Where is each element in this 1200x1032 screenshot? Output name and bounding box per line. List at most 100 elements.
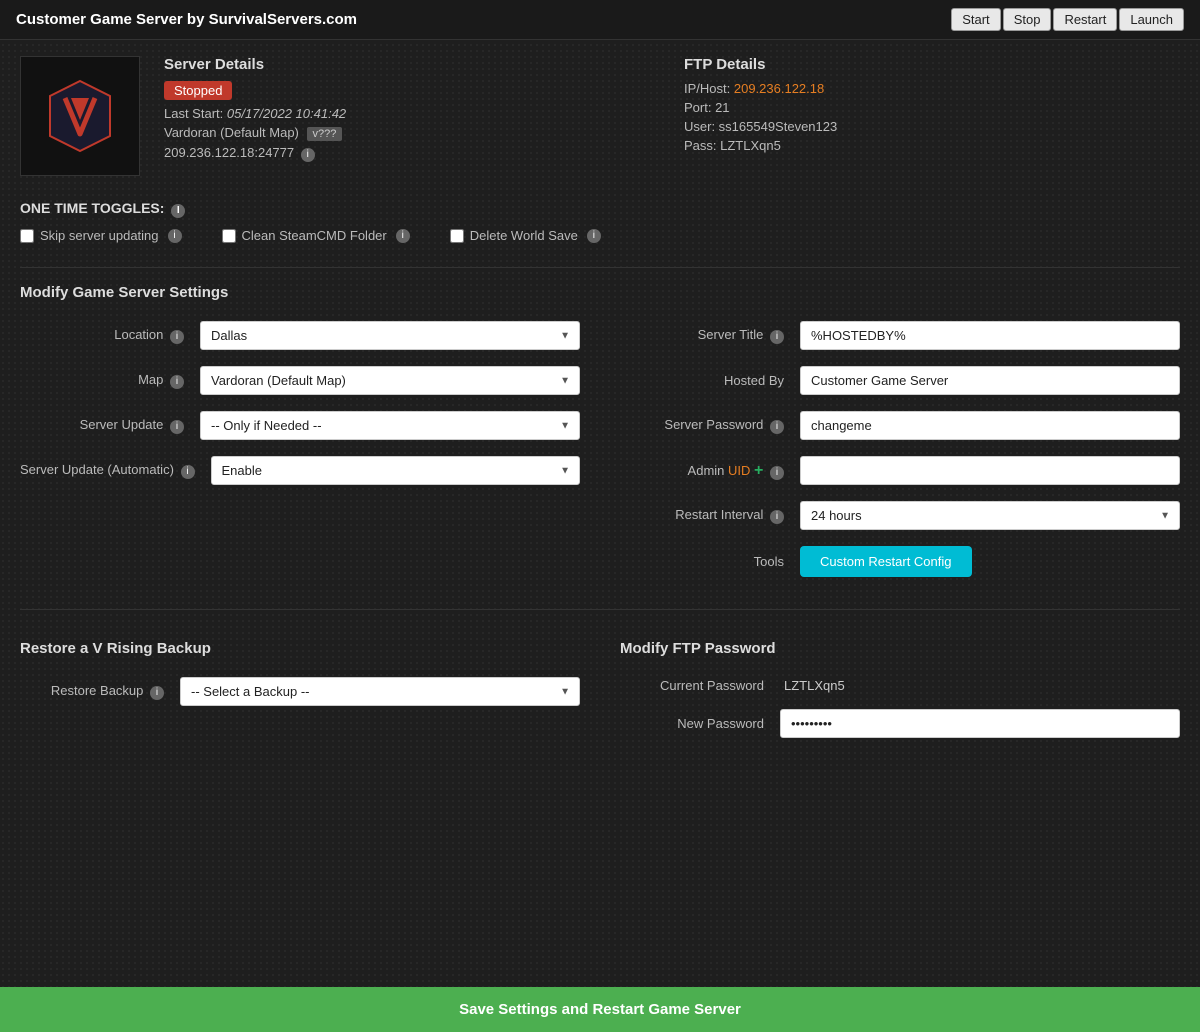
server-password-control	[800, 411, 1180, 440]
save-bar[interactable]: Save Settings and Restart Game Server	[0, 987, 1200, 1032]
tools-label: Tools	[620, 554, 800, 569]
server-title-field-row: Server Title i	[620, 321, 1180, 350]
new-password-label: New Password	[620, 716, 780, 731]
delete-world-checkbox[interactable]	[450, 229, 464, 243]
restart-interval-field-row: Restart Interval i 24 hours 12 hours 6 h…	[620, 501, 1180, 530]
new-password-input[interactable]	[780, 709, 1180, 738]
admin-uid-label: Admin UID + i	[620, 462, 800, 480]
start-button[interactable]: Start	[951, 8, 1000, 31]
restore-backup-select[interactable]: -- Select a Backup --	[180, 677, 580, 706]
admin-uid-add-icon[interactable]: +	[754, 462, 763, 479]
clean-info-icon[interactable]: i	[396, 229, 410, 243]
hosted-by-label: Hosted By	[620, 373, 800, 388]
map-label: Map i	[20, 372, 200, 389]
server-title-control	[800, 321, 1180, 350]
ftp-details: FTP Details IP/Host: 209.236.122.18 Port…	[684, 56, 1180, 176]
current-password-row: Current Password LZTLXqn5	[620, 677, 1180, 693]
restart-interval-control: 24 hours 12 hours 6 hours Never	[800, 501, 1180, 530]
restore-backup-label: Restore Backup i	[20, 683, 180, 700]
server-update-auto-select[interactable]: Enable Disable	[211, 456, 580, 485]
map-select[interactable]: Vardoran (Default Map) Custom Map	[200, 366, 580, 395]
location-select[interactable]: Dallas Chicago Los Angeles New York	[200, 321, 580, 350]
toggle-delete-world[interactable]: Delete World Save i	[450, 228, 601, 243]
ftp-port: Port: 21	[684, 100, 1180, 115]
restore-backup-info-icon[interactable]: i	[150, 686, 164, 700]
tools-control: Custom Restart Config	[800, 546, 1180, 577]
restart-interval-label: Restart Interval i	[620, 507, 800, 524]
server-password-input[interactable]	[800, 411, 1180, 440]
server-update-select[interactable]: -- Only if Needed -- Always Never	[200, 411, 580, 440]
toggle-skip-updating[interactable]: Skip server updating i	[20, 228, 182, 243]
settings-grid: Location i Dallas Chicago Los Angeles Ne…	[20, 321, 1180, 593]
last-start: Last Start: 05/17/2022 10:41:42	[164, 106, 660, 121]
location-label: Location i	[20, 327, 200, 344]
toggles-row: Skip server updating i Clean SteamCMD Fo…	[20, 228, 1180, 243]
toggles-title: ONE TIME TOGGLES: i	[20, 200, 1180, 218]
ftp-user: User: ss165549Steven123	[684, 119, 1180, 134]
restart-interval-select[interactable]: 24 hours 12 hours 6 hours Never	[800, 501, 1180, 530]
delete-info-icon[interactable]: i	[587, 229, 601, 243]
version-badge: v???	[307, 127, 343, 141]
hosted-by-input[interactable]	[800, 366, 1180, 395]
modify-settings-section: Modify Game Server Settings Location i D…	[20, 284, 1180, 593]
clean-steamcmd-checkbox[interactable]	[222, 229, 236, 243]
ip-info-icon[interactable]: i	[301, 148, 315, 162]
hosted-by-field-row: Hosted By	[620, 366, 1180, 395]
server-update-control: -- Only if Needed -- Always Never	[200, 411, 580, 440]
launch-button[interactable]: Launch	[1119, 8, 1184, 31]
toggles-info-icon[interactable]: i	[171, 204, 185, 218]
server-details: Server Details Stopped Last Start: 05/17…	[164, 56, 660, 176]
location-control: Dallas Chicago Los Angeles New York	[200, 321, 580, 350]
skip-updating-checkbox[interactable]	[20, 229, 34, 243]
ip-port: 209.236.122.18:24777 i	[164, 145, 660, 162]
current-password-label: Current Password	[620, 678, 780, 693]
status-badge: Stopped	[164, 81, 232, 100]
restore-backup-title: Restore a V Rising Backup	[20, 640, 580, 657]
modify-ftp-section: Modify FTP Password Current Password LZT…	[620, 640, 1180, 754]
server-logo	[20, 56, 140, 176]
top-bar-buttons: Start Stop Restart Launch	[951, 8, 1184, 31]
map-control: Vardoran (Default Map) Custom Map	[200, 366, 580, 395]
admin-uid-field-row: Admin UID + i	[620, 456, 1180, 485]
custom-restart-config-button[interactable]: Custom Restart Config	[800, 546, 972, 577]
v-rising-logo-icon	[45, 76, 115, 156]
server-update-info-icon[interactable]: i	[170, 420, 184, 434]
server-update-auto-label: Server Update (Automatic) i	[20, 462, 211, 479]
server-update-auto-info-icon[interactable]: i	[181, 465, 195, 479]
hosted-by-control	[800, 366, 1180, 395]
location-field-row: Location i Dallas Chicago Los Angeles Ne…	[20, 321, 580, 350]
restart-interval-info-icon[interactable]: i	[770, 510, 784, 524]
server-details-title: Server Details	[164, 56, 660, 73]
admin-uid-info-icon[interactable]: i	[770, 466, 784, 480]
location-info-icon[interactable]: i	[170, 330, 184, 344]
main-content: Server Details Stopped Last Start: 05/17…	[0, 40, 1200, 840]
server-info-row: Server Details Stopped Last Start: 05/17…	[20, 56, 1180, 176]
ftp-details-title: FTP Details	[684, 56, 1180, 73]
new-password-control	[780, 709, 1180, 738]
lower-sections: Restore a V Rising Backup Restore Backup…	[20, 640, 1180, 754]
server-title-info-icon[interactable]: i	[770, 330, 784, 344]
server-password-info-icon[interactable]: i	[770, 420, 784, 434]
server-update-auto-control: Enable Disable	[211, 456, 580, 485]
save-bar-label: Save Settings and Restart Game Server	[459, 1001, 741, 1018]
restart-button[interactable]: Restart	[1053, 8, 1117, 31]
top-bar: Customer Game Server by SurvivalServers.…	[0, 0, 1200, 40]
divider-2	[20, 609, 1180, 610]
map-info-icon[interactable]: i	[170, 375, 184, 389]
map-info: Vardoran (Default Map) v???	[164, 125, 660, 141]
ftp-ip: IP/Host: 209.236.122.18	[684, 81, 1180, 96]
server-update-field-row: Server Update i -- Only if Needed -- Alw…	[20, 411, 580, 440]
toggle-clean-steamcmd[interactable]: Clean SteamCMD Folder i	[222, 228, 410, 243]
new-password-row: New Password	[620, 709, 1180, 738]
tools-field-row: Tools Custom Restart Config	[620, 546, 1180, 577]
server-update-label: Server Update i	[20, 417, 200, 434]
restore-backup-field-row: Restore Backup i -- Select a Backup --	[20, 677, 580, 706]
server-password-label: Server Password i	[620, 417, 800, 434]
admin-uid-control	[800, 456, 1180, 485]
stop-button[interactable]: Stop	[1003, 8, 1052, 31]
current-password-value: LZTLXqn5	[780, 677, 1180, 693]
skip-info-icon[interactable]: i	[168, 229, 182, 243]
server-update-auto-field-row: Server Update (Automatic) i Enable Disab…	[20, 456, 580, 485]
admin-uid-input[interactable]	[800, 456, 1180, 485]
server-title-input[interactable]	[800, 321, 1180, 350]
